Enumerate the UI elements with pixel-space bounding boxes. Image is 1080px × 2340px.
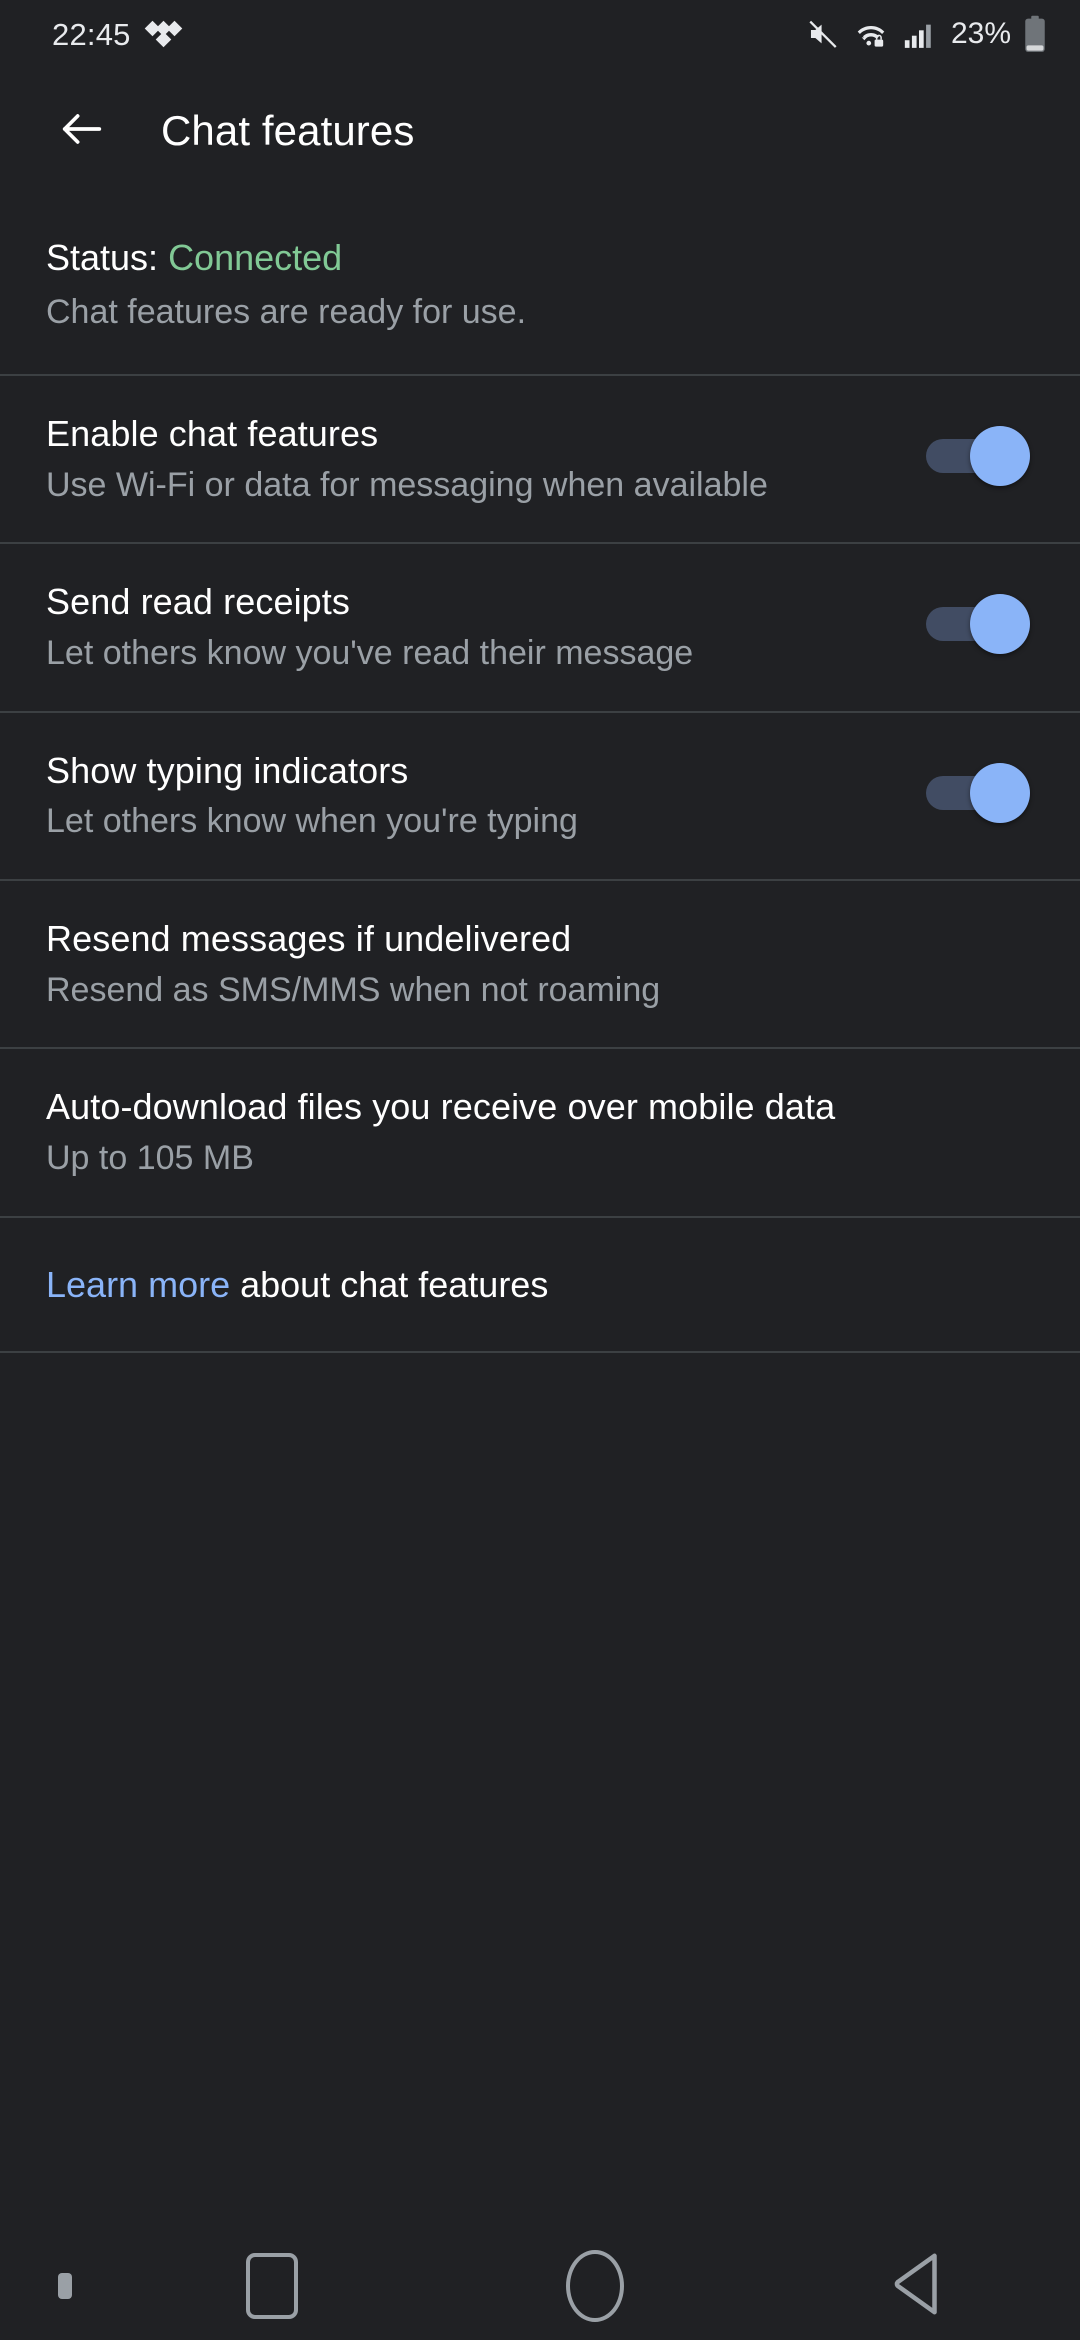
status-clock: 22:45 xyxy=(52,16,131,52)
toggle-thumb xyxy=(970,762,1030,823)
page-title: Chat features xyxy=(161,107,415,154)
status-bar-left: 22:45 xyxy=(52,16,182,52)
recents-square-icon xyxy=(245,2253,298,2319)
row-subtitle: Up to 105 MB xyxy=(46,1139,254,1178)
row-title: Enable chat features xyxy=(46,412,379,454)
status-bar: 22:45 23% xyxy=(0,0,1080,68)
keyboard-indicator-icon xyxy=(58,2273,72,2299)
setting-row-show-typing-indicators[interactable]: Show typing indicators Let others know w… xyxy=(0,713,1080,879)
row-title: Show typing indicators xyxy=(46,749,409,791)
back-button[interactable] xyxy=(40,89,124,173)
settings-list: Status: Connected Chat features are read… xyxy=(0,194,1080,2232)
row-text: Resend messages if undelivered Resend as… xyxy=(46,917,1034,1011)
toggle-show-typing-indicators[interactable] xyxy=(926,762,1030,823)
cellular-signal-icon xyxy=(902,17,936,51)
learn-more-link[interactable]: Learn more xyxy=(46,1264,230,1305)
connection-status-block: Status: Connected Chat features are read… xyxy=(0,194,1080,374)
wifi-locked-icon xyxy=(853,17,889,51)
setting-row-auto-download[interactable]: Auto-download files you receive over mob… xyxy=(0,1049,1080,1215)
tidal-icon xyxy=(144,20,182,48)
row-text: Show typing indicators Let others know w… xyxy=(46,749,926,843)
home-button[interactable] xyxy=(433,2232,756,2340)
status-bar-right: 23% xyxy=(806,15,1046,53)
row-title: Auto-download files you receive over mob… xyxy=(46,1086,836,1128)
learn-more-rest: about chat features xyxy=(230,1263,549,1305)
row-title: Send read receipts xyxy=(46,581,350,623)
battery-percent-label: 23% xyxy=(950,17,1011,50)
setting-row-send-read-receipts[interactable]: Send read receipts Let others know you'v… xyxy=(0,544,1080,710)
setting-row-enable-chat-features[interactable]: Enable chat features Use Wi-Fi or data f… xyxy=(0,376,1080,542)
home-circle-icon xyxy=(565,2250,624,2322)
row-text: Enable chat features Use Wi-Fi or data f… xyxy=(46,412,926,506)
status-badge: Connected xyxy=(168,237,343,278)
battery-icon xyxy=(1024,15,1046,53)
status-label: Status: xyxy=(46,237,169,278)
setting-row-resend-messages[interactable]: Resend messages if undelivered Resend as… xyxy=(0,881,1080,1047)
row-subtitle: Resend as SMS/MMS when not roaming xyxy=(46,970,661,1009)
status-subtitle: Chat features are ready for use. xyxy=(46,293,527,332)
phone-screen: 22:45 23% Chat features Status: Connecte… xyxy=(0,0,1080,2340)
toggle-thumb xyxy=(970,425,1030,486)
row-text: Send read receipts Let others know you'v… xyxy=(46,580,926,674)
back-nav-button[interactable] xyxy=(757,2232,1080,2340)
recents-button[interactable] xyxy=(110,2232,433,2340)
toggle-send-read-receipts[interactable] xyxy=(926,594,1030,655)
back-triangle-icon xyxy=(885,2248,951,2325)
volume-muted-icon xyxy=(806,17,840,51)
app-bar: Chat features xyxy=(0,68,1080,194)
learn-more-row[interactable]: Learn more about chat features xyxy=(0,1218,1080,1351)
row-title: Resend messages if undelivered xyxy=(46,917,572,959)
toggle-thumb xyxy=(970,594,1030,655)
row-text: Auto-download files you receive over mob… xyxy=(46,1085,1034,1179)
row-subtitle: Let others know you've read their messag… xyxy=(46,634,694,672)
row-subtitle: Let others know when you're typing xyxy=(46,802,578,841)
row-subtitle: Use Wi-Fi or data for messaging when ava… xyxy=(46,465,768,504)
toggle-enable-chat-features[interactable] xyxy=(926,425,1030,486)
navigation-bar xyxy=(0,2232,1080,2340)
back-arrow-icon xyxy=(56,103,108,160)
status-line: Status: Connected xyxy=(46,236,1034,279)
learn-more-text: Learn more about chat features xyxy=(46,1262,1034,1307)
